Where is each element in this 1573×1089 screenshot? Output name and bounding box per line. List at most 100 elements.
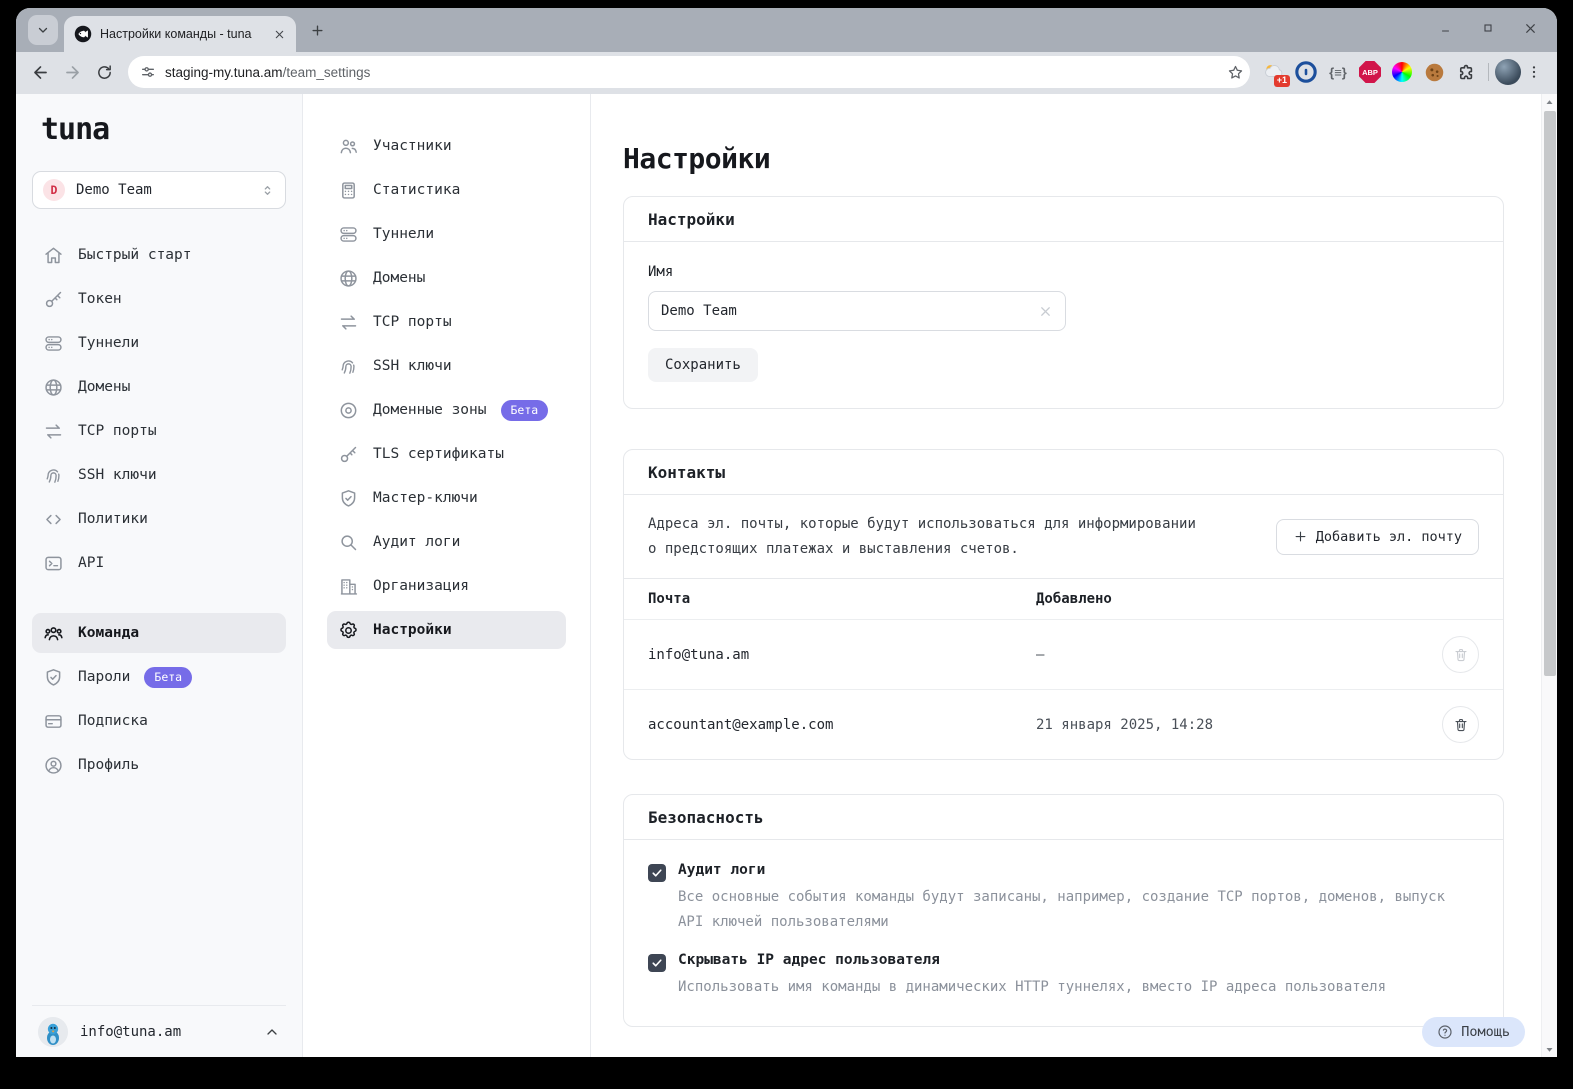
scroll-down-icon[interactable]	[1542, 1041, 1558, 1057]
sidebar-item-api[interactable]: API	[32, 543, 286, 583]
weather-extension-icon[interactable]: +1	[1260, 58, 1288, 86]
hide-ip-checkbox[interactable]	[648, 954, 666, 972]
team-selector[interactable]: D Demo Team	[32, 171, 286, 209]
globe-icon	[43, 377, 64, 398]
audit-logs-option: Аудит логи Все основные события команды …	[648, 862, 1479, 934]
sidebar-item-tcp-ports[interactable]: TCP порты	[32, 411, 286, 451]
shield-check-icon	[43, 667, 64, 688]
hide-ip-option: Скрывать IP адрес пользователя Использов…	[648, 952, 1479, 1000]
sidebar-item-ssh-keys[interactable]: SSH ключи	[32, 455, 286, 495]
audit-logs-description: Все основные события команды будут запис…	[678, 885, 1468, 934]
clear-input-icon[interactable]	[1038, 304, 1053, 319]
user-circle-icon	[43, 755, 64, 776]
settings-card-title: Настройки	[624, 197, 1503, 242]
user-account-button[interactable]: info@tuna.am	[32, 1005, 286, 1057]
tab-search-button[interactable]	[28, 15, 58, 45]
url-text: staging-my.tuna.am/team_settings	[165, 65, 1218, 80]
users-group-icon	[43, 623, 64, 644]
check-icon	[651, 867, 663, 879]
audit-logs-checkbox[interactable]	[648, 864, 666, 882]
settings-card: Настройки Имя Сохранить	[623, 196, 1504, 409]
subnav-item-audit-logs[interactable]: Аудит логи	[327, 523, 566, 561]
sidebar: tuna D Demo Team Быстрый старт Токен Тун…	[16, 94, 303, 1057]
subnav-item-members[interactable]: Участники	[327, 127, 566, 165]
subnav-item-domains[interactable]: Домены	[327, 259, 566, 297]
sidebar-item-domains[interactable]: Домены	[32, 367, 286, 407]
delete-email-button[interactable]	[1442, 636, 1479, 673]
adblock-extension-icon[interactable]: ABP	[1356, 58, 1384, 86]
security-card: Безопасность Аудит логи Все основные соб…	[623, 794, 1504, 1027]
subnav-item-tls-certificates[interactable]: TLS сертификаты	[327, 435, 566, 473]
scrollbar-thumb[interactable]	[1544, 111, 1556, 676]
help-button[interactable]: Помощь	[1422, 1017, 1525, 1047]
terminal-icon	[43, 553, 64, 574]
new-tab-button[interactable]	[302, 15, 332, 45]
gear-icon	[338, 620, 359, 641]
site-settings-icon[interactable]	[140, 64, 156, 80]
audit-logs-label[interactable]: Аудит логи	[678, 862, 1468, 878]
home-icon	[43, 245, 64, 266]
sidebar-item-profile[interactable]: Профиль	[32, 745, 286, 785]
tuna-logo: tuna	[32, 112, 286, 147]
subnav-item-organization[interactable]: Организация	[327, 567, 566, 605]
subnav-item-tcp-ports[interactable]: TCP порты	[327, 303, 566, 341]
contacts-table-header: Почта Добавлено	[624, 578, 1503, 619]
hide-ip-label[interactable]: Скрывать IP адрес пользователя	[678, 952, 1386, 968]
sidebar-item-token[interactable]: Токен	[32, 279, 286, 319]
url-bar[interactable]: staging-my.tuna.am/team_settings	[128, 56, 1250, 88]
sidebar-item-subscription[interactable]: Подписка	[32, 701, 286, 741]
team-name-input[interactable]	[661, 303, 1038, 319]
name-label: Имя	[648, 264, 1479, 280]
browser-window: Настройки команды - tuna stag	[16, 8, 1557, 1057]
tab-close-icon[interactable]	[271, 26, 288, 43]
maximize-button[interactable]	[1467, 8, 1509, 48]
bookmark-star-icon[interactable]	[1227, 64, 1244, 81]
colorwheel-extension-icon[interactable]	[1388, 58, 1416, 86]
password-manager-extension-icon[interactable]	[1292, 58, 1320, 86]
delete-email-button[interactable]	[1442, 706, 1479, 743]
subnav-item-domain-zones[interactable]: Доменные зоны Бета	[327, 391, 566, 429]
minimize-button[interactable]	[1425, 8, 1467, 48]
forward-button[interactable]	[56, 56, 88, 88]
subnav-item-master-keys[interactable]: Мастер-ключи	[327, 479, 566, 517]
shortcuts-extension-icon[interactable]: {≡}	[1324, 58, 1352, 86]
scroll-up-icon[interactable]	[1542, 94, 1558, 110]
extensions-puzzle-icon[interactable]	[1452, 58, 1480, 86]
globe-icon	[338, 268, 359, 289]
email-cell: accountant@example.com	[648, 717, 1036, 733]
back-button[interactable]	[24, 56, 56, 88]
team-name: Demo Team	[76, 182, 249, 198]
users-icon	[338, 136, 359, 157]
cookie-extension-icon[interactable]	[1420, 58, 1448, 86]
tuna-favicon-icon	[74, 25, 92, 43]
save-button[interactable]: Сохранить	[648, 348, 758, 382]
browser-menu-button[interactable]	[1521, 56, 1547, 88]
close-window-button[interactable]	[1509, 8, 1551, 48]
browser-tab[interactable]: Настройки команды - tuna	[64, 16, 296, 52]
contacts-card-title: Контакты	[624, 450, 1503, 495]
page-scrollbar[interactable]	[1541, 94, 1557, 1057]
subnav-item-settings[interactable]: Настройки	[327, 611, 566, 649]
sidebar-item-quick-start[interactable]: Быстрый старт	[32, 235, 286, 275]
window-controls	[1425, 8, 1551, 48]
plus-icon	[1293, 529, 1308, 544]
check-icon	[651, 957, 663, 969]
subnav-item-statistics[interactable]: Статистика	[327, 171, 566, 209]
reload-button[interactable]	[88, 56, 120, 88]
subnav-item-ssh-keys[interactable]: SSH ключи	[327, 347, 566, 385]
add-email-button[interactable]: Добавить эл. почту	[1276, 519, 1479, 555]
team-subnav: Участники Статистика Туннели Домены TCP …	[303, 94, 591, 1057]
sidebar-nav-secondary: Команда Пароли Бета Подписка Профиль	[32, 613, 286, 789]
security-card-title: Безопасность	[624, 795, 1503, 840]
subnav-item-tunnels[interactable]: Туннели	[327, 215, 566, 253]
sidebar-item-tunnels[interactable]: Туннели	[32, 323, 286, 363]
sidebar-item-team[interactable]: Команда	[32, 613, 286, 653]
sidebar-item-policies[interactable]: Политики	[32, 499, 286, 539]
key-icon	[43, 289, 64, 310]
sidebar-item-passwords[interactable]: Пароли Бета	[32, 657, 286, 697]
abp-label: ABP	[1359, 61, 1381, 83]
browser-profile-avatar[interactable]	[1495, 59, 1521, 85]
shield-check-icon	[338, 488, 359, 509]
fingerprint-icon	[338, 356, 359, 377]
tuna-app: tuna D Demo Team Быстрый старт Токен Тун…	[16, 94, 1557, 1057]
